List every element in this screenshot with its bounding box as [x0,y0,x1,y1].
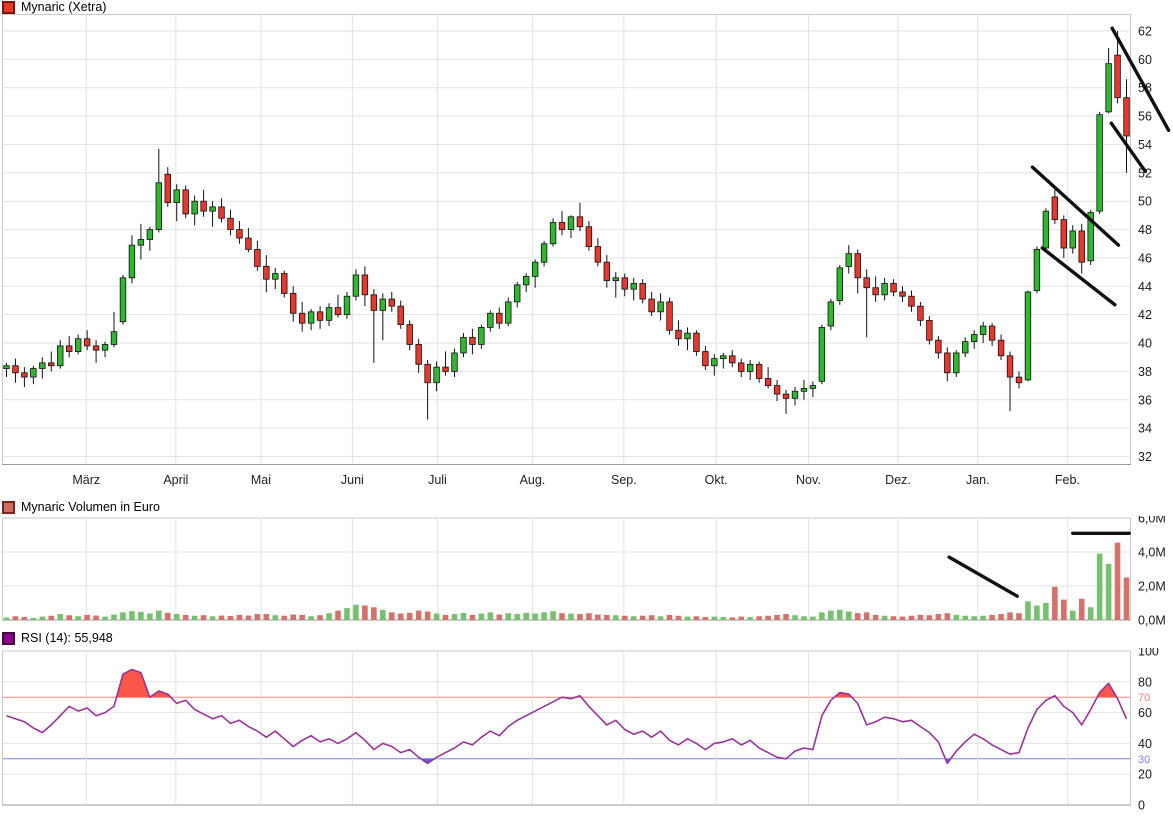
svg-text:60: 60 [1138,53,1152,67]
svg-text:Nov.: Nov. [796,473,821,487]
rsi-legend-label: RSI (14): 55,948 [21,631,113,645]
svg-text:56: 56 [1138,110,1152,124]
svg-text:40: 40 [1138,337,1152,351]
volume-legend-swatch-icon [2,501,15,514]
price-legend-swatch-icon [2,1,15,14]
svg-text:80: 80 [1138,675,1152,689]
svg-text:Sep.: Sep. [611,473,637,487]
svg-text:54: 54 [1138,138,1152,152]
svg-text:34: 34 [1138,422,1152,436]
volume-legend: Mynaric Volumen in Euro [2,500,160,514]
svg-text:0,0M: 0,0M [1138,614,1166,628]
svg-text:50: 50 [1138,195,1152,209]
svg-text:Okt.: Okt. [705,473,728,487]
svg-text:Juni: Juni [341,473,364,487]
volume-bar-chart[interactable]: 0,0M 2,0M 4,0M 6,0M [0,516,1173,630]
stock-chart-page: Mynaric (Xetra) 323436384042444648505254… [0,0,1173,819]
svg-text:100: 100 [1138,648,1159,659]
volume-legend-label: Mynaric Volumen in Euro [21,500,160,514]
svg-text:2,0M: 2,0M [1138,580,1166,594]
svg-text:44: 44 [1138,280,1152,294]
svg-text:Jan.: Jan. [966,473,990,487]
svg-text:Feb.: Feb. [1055,473,1080,487]
svg-text:60: 60 [1138,706,1152,720]
svg-text:38: 38 [1138,365,1152,379]
svg-text:März: März [72,473,100,487]
svg-text:46: 46 [1138,251,1152,265]
svg-text:Juli: Juli [428,473,447,487]
svg-text:32: 32 [1138,450,1152,464]
svg-text:0: 0 [1138,799,1145,813]
svg-text:30: 30 [1138,754,1150,766]
svg-text:40: 40 [1138,737,1152,751]
svg-text:70: 70 [1138,692,1150,704]
svg-text:20: 20 [1138,768,1152,782]
svg-text:Dez.: Dez. [885,473,911,487]
rsi-line-chart[interactable]: 0 20 30 40 60 70 80 100 [0,648,1173,819]
svg-text:42: 42 [1138,308,1152,322]
svg-text:62: 62 [1138,25,1152,39]
price-legend: Mynaric (Xetra) [2,0,106,14]
svg-text:Mai: Mai [251,473,271,487]
svg-text:April: April [163,473,188,487]
price-legend-label: Mynaric (Xetra) [21,0,106,14]
rsi-legend: RSI (14): 55,948 [2,631,113,645]
price-candlestick-chart[interactable]: 32343638404244464850525456586062MärzApri… [0,14,1173,492]
svg-text:4,0M: 4,0M [1138,546,1166,560]
svg-text:36: 36 [1138,393,1152,407]
rsi-legend-swatch-icon [2,632,15,645]
svg-text:48: 48 [1138,223,1152,237]
svg-text:Aug.: Aug. [520,473,546,487]
svg-text:6,0M: 6,0M [1138,516,1166,526]
